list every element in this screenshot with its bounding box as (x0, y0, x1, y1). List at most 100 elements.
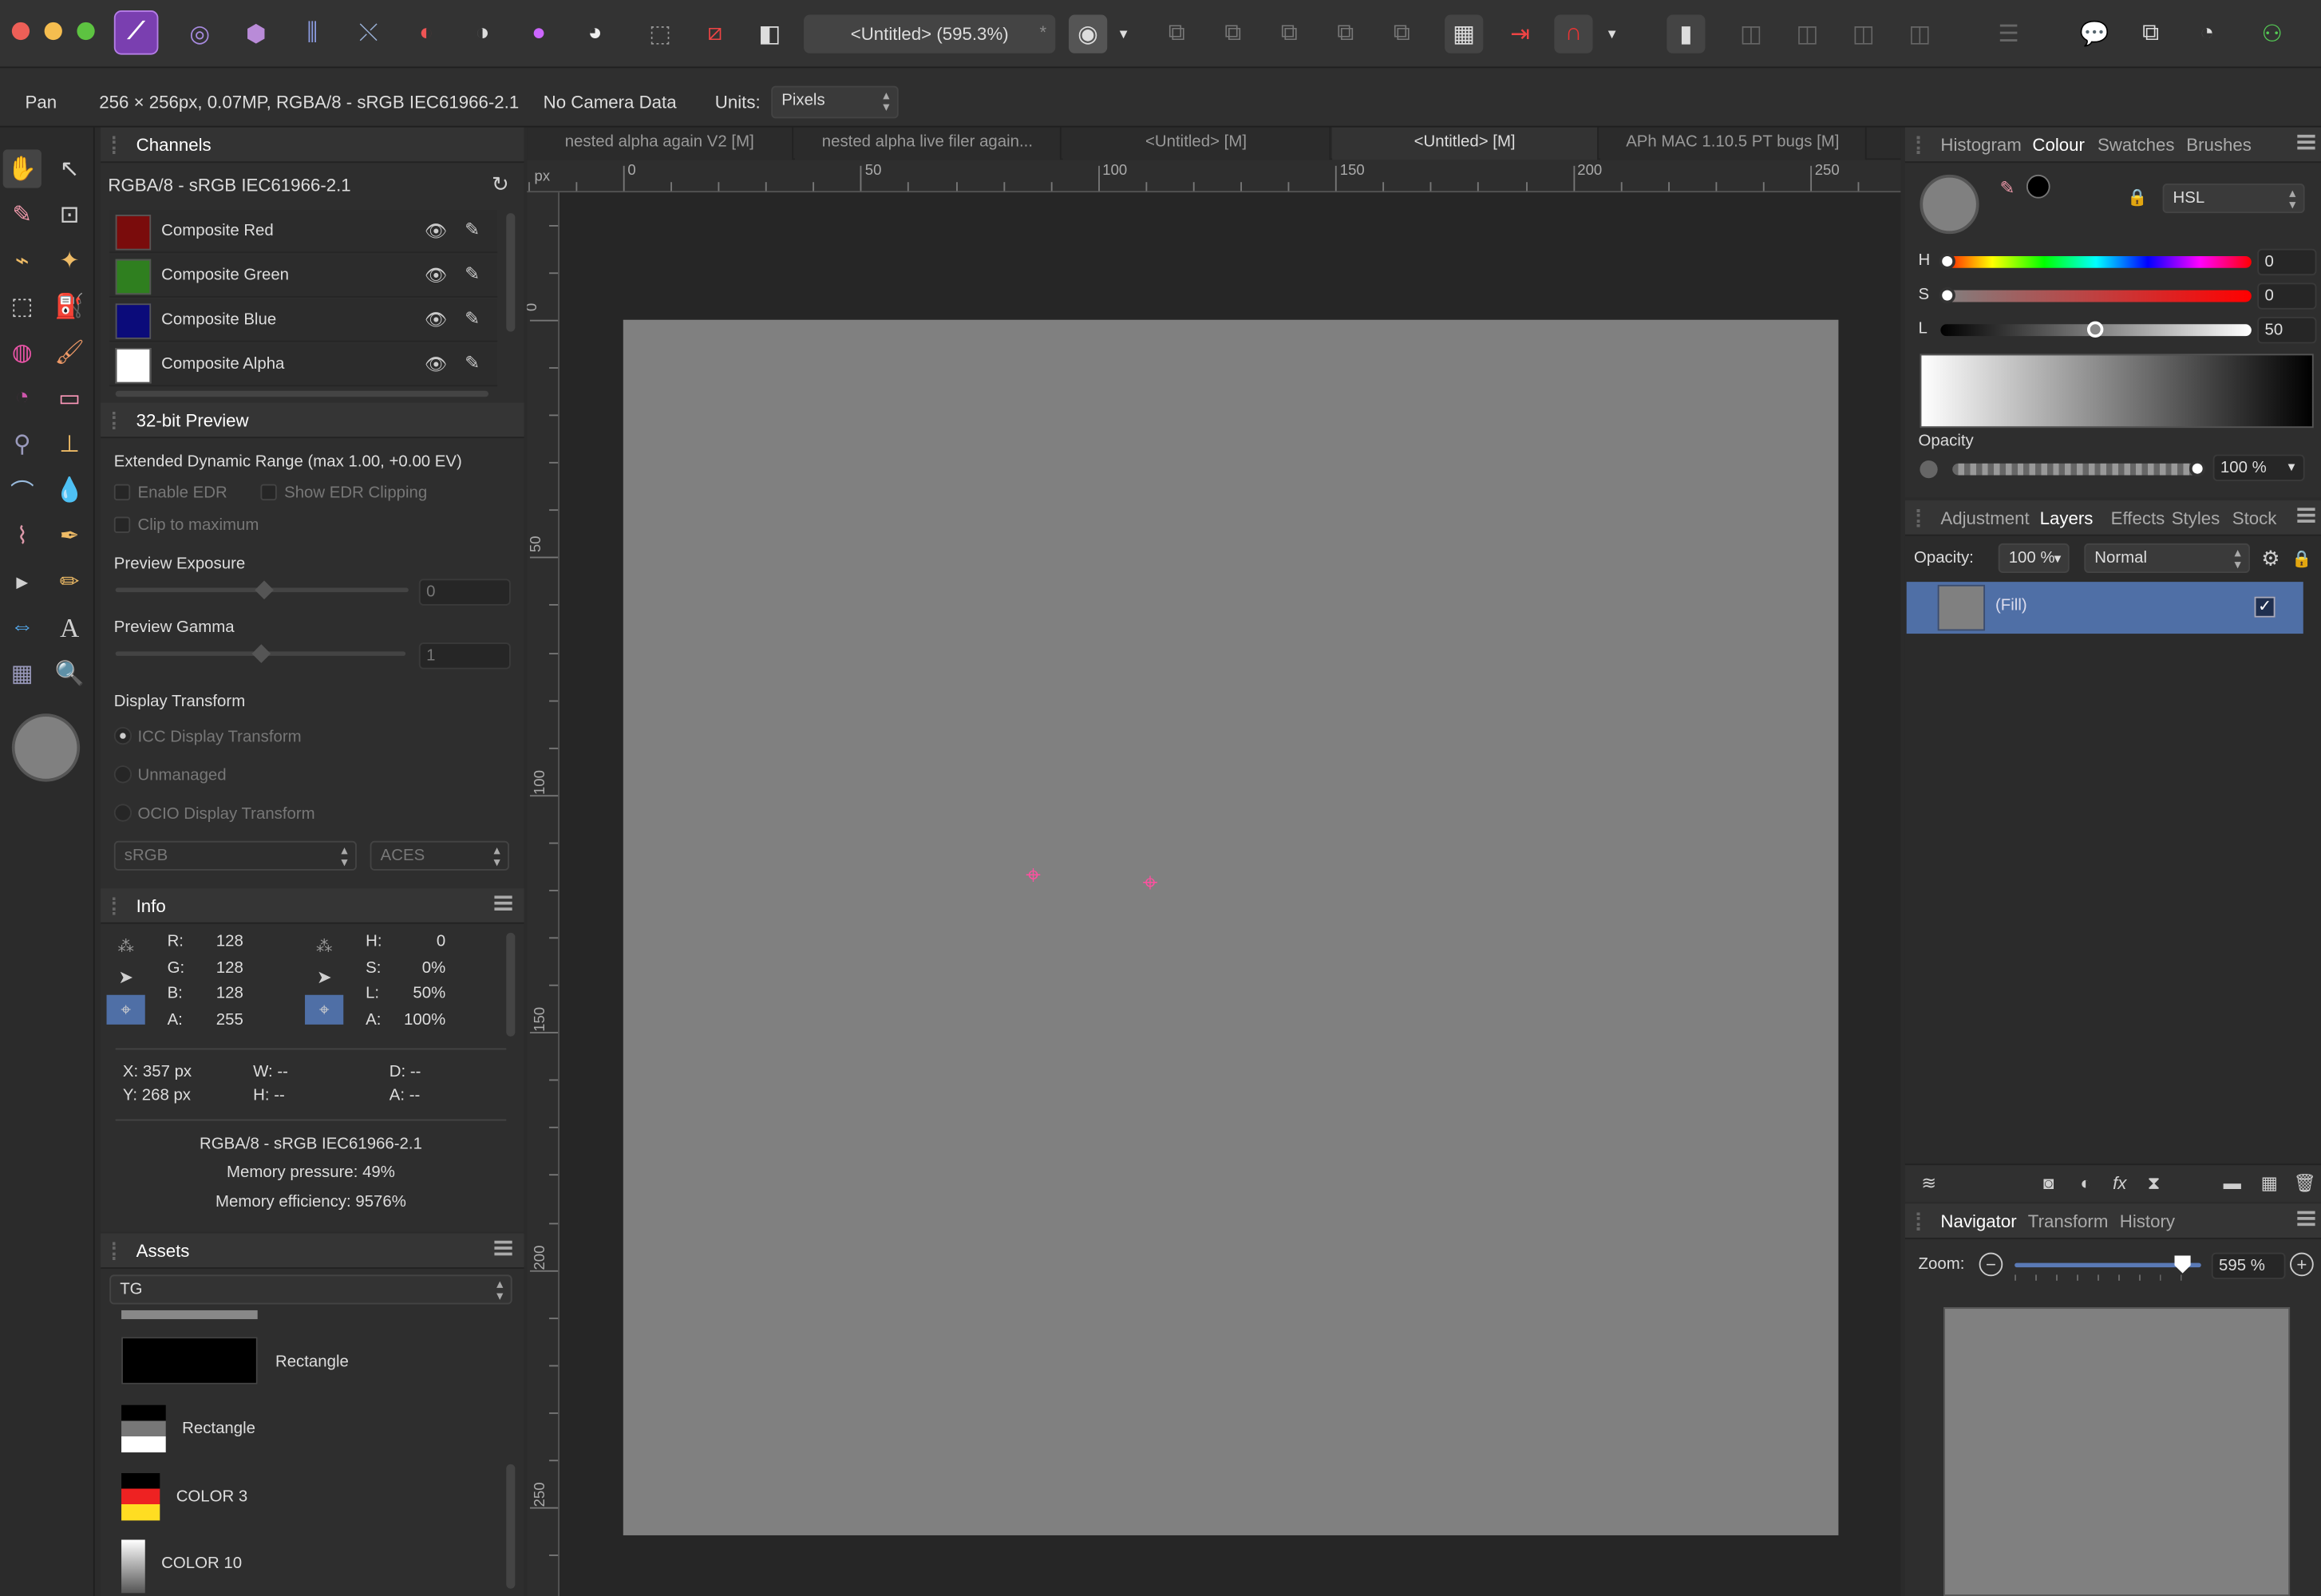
cursor-source-icon[interactable]: ➤ (113, 964, 139, 990)
assets-category-dropdown[interactable]: TG ▴ ▾ (109, 1274, 512, 1305)
document-title-field[interactable]: <Untitled> (595.3%) * (804, 14, 1056, 53)
zoom-slider[interactable] (2015, 1262, 2201, 1268)
unmanaged-radio[interactable] (113, 765, 132, 784)
folder-icon[interactable]: ▬ (2217, 1168, 2247, 1198)
opacity-knob[interactable] (2189, 460, 2206, 477)
tab-32bit-preview[interactable]: 32-bit Preview (136, 410, 249, 431)
colour-sampler-target-icon[interactable]: ⌖ (1018, 859, 1048, 890)
pencil-icon[interactable]: ✎ (465, 308, 480, 329)
colour-preview-circle[interactable] (1920, 174, 1979, 235)
opacity-slider[interactable] (1952, 463, 2201, 476)
node-tool-icon[interactable]: ▸ (3, 563, 42, 601)
channel-row[interactable]: Composite Alpha 👁 ✎ (109, 343, 498, 387)
preview-exposure-field[interactable]: 0 (418, 579, 511, 606)
channel-row[interactable]: Composite Blue 👁 ✎ (109, 298, 498, 342)
layer-row[interactable]: (Fill) ✓ (1906, 582, 2303, 634)
lightness-field[interactable]: 50 (2257, 317, 2317, 344)
opacity-field[interactable]: 100 % ▼ (2212, 454, 2305, 481)
tab-histogram[interactable]: Histogram (1940, 135, 2021, 156)
doc-tab[interactable]: <Untitled> [M] (1062, 127, 1331, 160)
tab-history[interactable]: History (2120, 1211, 2175, 1232)
primary-colour-swatch[interactable] (11, 713, 81, 782)
snap-guides-icon[interactable]: ⇥ (1501, 15, 1540, 53)
colour-sampler-target-icon-2[interactable]: ⌖ (1135, 867, 1164, 897)
contrast-icon[interactable]: ◑ (463, 15, 501, 53)
zoom-out-icon[interactable]: − (1979, 1252, 2003, 1277)
pencil-icon[interactable]: ✎ (465, 353, 480, 373)
layers-stack-icon[interactable]: ≋ (1914, 1168, 1943, 1198)
panel-menu-icon[interactable] (2297, 134, 2315, 150)
add-selection-icon[interactable]: ⧉ (1157, 15, 1196, 53)
tab-effects[interactable]: Effects (2111, 508, 2165, 528)
units-dropdown[interactable]: Pixels ▴ ▾ (771, 85, 899, 119)
eye-icon[interactable]: 👁 (425, 220, 447, 241)
gear-icon[interactable]: ⚙ (2257, 545, 2283, 571)
channels-scrollbar[interactable] (506, 213, 516, 332)
horizontal-ruler[interactable]: px 0 50 100 150 200 250 (527, 160, 1901, 193)
icc-transform-radio[interactable] (113, 726, 132, 745)
arrange-forward-icon[interactable]: ◫ (1788, 15, 1826, 53)
levels-icon[interactable]: ◐ (407, 15, 445, 53)
marquee-select-icon[interactable]: ⬚ (641, 15, 679, 53)
zoom-field[interactable]: 595 % (2211, 1252, 2286, 1279)
asset-thumb-rectangle-black[interactable] (121, 1337, 258, 1385)
eyedropper-icon[interactable]: ✎ (1994, 175, 2020, 201)
zoom-knob[interactable] (2174, 1255, 2191, 1274)
doc-tab[interactable]: nested alpha live filer again... (794, 127, 1062, 160)
preview-exposure-knob[interactable] (255, 580, 274, 600)
trash-icon[interactable]: 🗑 (2290, 1168, 2319, 1198)
erase-brush-tool-icon[interactable]: ▭ (50, 379, 89, 417)
tab-channels[interactable]: Channels (136, 135, 212, 156)
paint-brush-tool-icon[interactable]: 🖌 (50, 333, 89, 371)
hue-field[interactable]: 0 (2257, 248, 2317, 276)
lightness-gradient-box[interactable] (1920, 354, 2314, 429)
gradient-tool-icon[interactable]: ⇔ (3, 609, 42, 647)
channel-row[interactable]: Composite Red 👁 ✎ (109, 210, 498, 254)
tab-navigator[interactable]: Navigator (1940, 1211, 2016, 1232)
ocio-view-dropdown[interactable]: ACES ▴ ▾ (370, 840, 509, 871)
vector-brush-tool-icon[interactable]: ⌇ (3, 516, 42, 555)
target-source-icon[interactable]: ⌖ (106, 994, 145, 1025)
channels-hscrollbar[interactable] (115, 390, 489, 397)
sampler-dots-icon[interactable]: ⁂ (113, 933, 139, 959)
target-source-icon-2[interactable]: ⌖ (305, 994, 344, 1025)
layer-opacity-dropdown[interactable]: 100 % ▼ (1998, 543, 2070, 574)
healing-brush-tool-icon[interactable]: ⌒ (3, 471, 42, 509)
white-balance-icon[interactable]: ◕ (575, 15, 614, 53)
tab-stock[interactable]: Stock (2232, 508, 2277, 528)
arrange-back-icon[interactable]: ◫ (1900, 15, 1939, 53)
colour-mode-dropdown[interactable]: HSL ▴ ▾ (2162, 184, 2305, 214)
crop-tool-icon[interactable]: ⊡ (50, 196, 89, 234)
lightness-knob[interactable] (2086, 321, 2104, 338)
hue-knob[interactable] (1939, 253, 1955, 270)
clip-to-maximum-checkbox[interactable] (113, 516, 131, 533)
pen-tool-icon[interactable]: ✒ (50, 516, 89, 555)
tab-adjustment[interactable]: Adjustment (1940, 508, 2029, 528)
doc-tab[interactable]: nested alpha again V2 [M] (527, 127, 794, 160)
hue-slider[interactable] (1940, 255, 2252, 268)
tab-styles[interactable]: Styles (2172, 508, 2220, 528)
pan-tool-icon[interactable]: ✋ (2, 149, 42, 188)
show-edr-clipping-checkbox[interactable] (260, 484, 277, 501)
tab-colour[interactable]: Colour (2032, 135, 2085, 156)
assistant-icon[interactable]: ▮ (1667, 14, 1706, 53)
ocio-transform-radio[interactable] (113, 804, 132, 822)
mixer-brush-tool-icon[interactable]: ◔ (3, 379, 42, 417)
ocio-device-dropdown[interactable]: sRGB ▴ ▾ (113, 840, 357, 871)
asset-thumb-rectangle-gradient[interactable] (121, 1404, 166, 1453)
photo-persona-icon[interactable]: ◎ (180, 15, 219, 53)
asset-thumb-color10[interactable] (121, 1539, 145, 1594)
flood-select-tool-icon[interactable]: ✦ (50, 241, 89, 279)
adjustment-icon[interactable]: ◐ (2071, 1168, 2101, 1198)
mesh-warp-tool-icon[interactable]: ▦ (3, 654, 42, 693)
canvas-document[interactable] (623, 319, 1839, 1535)
lock-icon[interactable]: 🔒 (2124, 184, 2150, 210)
no-colour-dot[interactable] (1920, 460, 1938, 479)
info-scrollbar[interactable] (506, 932, 516, 1037)
marquee-tool-icon[interactable]: ⬚ (3, 287, 42, 326)
enable-edr-checkbox[interactable] (113, 484, 131, 501)
dodge-brush-tool-icon[interactable]: ⚲ (3, 425, 42, 463)
selection-brush-tool-icon[interactable]: ⌁ (3, 241, 42, 279)
quick-mask-dropdown-icon[interactable]: ▼ (1113, 15, 1134, 53)
snapping-magnet-icon[interactable]: ∩ (1554, 14, 1593, 53)
